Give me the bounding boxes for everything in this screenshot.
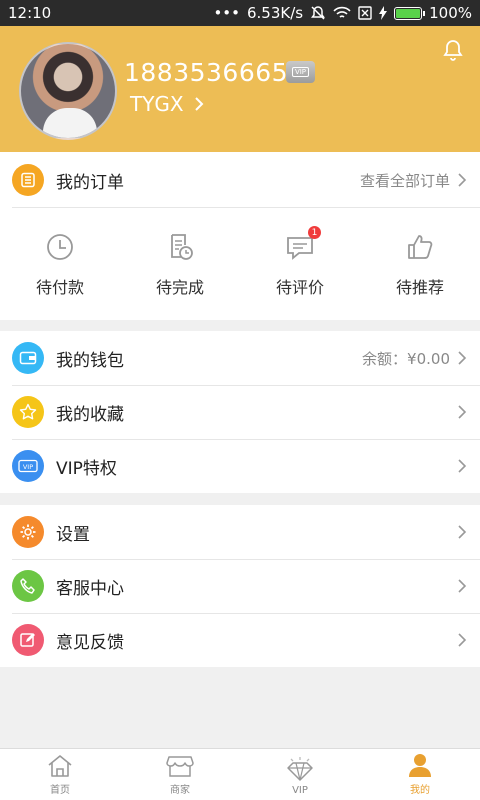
- chevron-right-icon: [458, 351, 467, 365]
- document-clock-icon: [171, 234, 193, 260]
- order-status-pending-review[interactable]: 1 待评价: [240, 208, 360, 320]
- more-dots-icon: •••: [213, 4, 240, 22]
- gear-icon: [12, 516, 44, 548]
- chevron-right-icon: [194, 97, 204, 111]
- status-bar: 12:10 ••• 6.53K/s 100%: [0, 0, 480, 26]
- orders-title: 我的订单: [56, 172, 124, 193]
- tab-home[interactable]: 首页: [0, 749, 120, 800]
- vip-privileges-row[interactable]: VIP VIP特权: [0, 439, 480, 493]
- chevron-right-icon: [458, 405, 467, 419]
- user-icon: [409, 754, 431, 777]
- order-status-label: 待评价: [275, 278, 324, 297]
- thumbs-up-icon: [408, 235, 433, 259]
- battery-icon: [394, 6, 426, 20]
- vip-privileges-label: VIP特权: [56, 458, 117, 479]
- profile-header: 18835366659 VIP TYGX: [0, 26, 480, 152]
- diamond-icon: [287, 757, 313, 781]
- settings-row[interactable]: 设置: [0, 505, 480, 559]
- network-speed: 6.53K/s: [247, 4, 304, 22]
- review-count-badge: 1: [308, 226, 321, 239]
- orders-section: 我的订单 查看全部订单 待付款 待完成 1 待评价 待推荐: [0, 152, 480, 320]
- tab-label: 我的: [410, 785, 430, 796]
- phone-number: 18835366659: [124, 58, 305, 87]
- nickname-link[interactable]: TYGX: [130, 92, 204, 116]
- order-status-pending-payment[interactable]: 待付款: [0, 208, 120, 320]
- wallet-icon: [12, 342, 44, 374]
- order-status-label: 待完成: [155, 278, 204, 297]
- home-icon: [48, 755, 72, 777]
- mute-alarm-icon: [311, 6, 326, 20]
- settings-label: 设置: [56, 524, 90, 545]
- battery-percent: 100%: [429, 4, 472, 22]
- vip-icon: VIP: [12, 450, 44, 482]
- comment-icon: 1: [285, 226, 321, 262]
- tab-label: 首页: [50, 785, 70, 796]
- sim-off-icon: [358, 6, 372, 20]
- bottom-tab-bar: 首页 商家 VIP 我的: [0, 748, 480, 800]
- edit-icon: [12, 624, 44, 656]
- tab-label: 商家: [170, 785, 190, 796]
- avatar[interactable]: [19, 42, 117, 140]
- bell-icon[interactable]: [441, 38, 465, 62]
- view-all-orders[interactable]: 查看全部订单: [360, 170, 450, 191]
- chevron-right-icon: [458, 633, 467, 647]
- favorites-row[interactable]: 我的收藏: [0, 385, 480, 439]
- tab-vip[interactable]: VIP: [240, 749, 360, 800]
- favorites-label: 我的收藏: [56, 404, 124, 425]
- nickname: TYGX: [130, 92, 184, 116]
- chevron-right-icon: [458, 579, 467, 593]
- menu-group-1: 我的钱包 余额：¥0.00 我的收藏 VIP VIP特权: [0, 331, 480, 493]
- store-icon: [166, 756, 194, 777]
- wallet-label: 我的钱包: [56, 350, 124, 371]
- vip-card-icon[interactable]: VIP: [286, 61, 315, 83]
- order-status-label: 待推荐: [395, 278, 444, 297]
- vip-card-label: VIP: [291, 67, 310, 77]
- wifi-icon: [333, 6, 351, 18]
- charging-icon: [379, 6, 388, 20]
- menu-group-2: 设置 客服中心 意见反馈: [0, 505, 480, 667]
- svg-text:VIP: VIP: [23, 463, 33, 471]
- orders-list-icon: [12, 164, 44, 196]
- customer-service-label: 客服中心: [56, 578, 124, 599]
- star-icon: [12, 396, 44, 428]
- chevron-right-icon: [458, 525, 467, 539]
- order-status-pending-completion[interactable]: 待完成: [120, 208, 240, 320]
- status-time: 12:10: [8, 4, 52, 22]
- clock-icon: [47, 234, 73, 260]
- tab-mine[interactable]: 我的: [360, 749, 480, 800]
- phone-icon: [12, 570, 44, 602]
- chevron-right-icon: [458, 173, 467, 187]
- wallet-balance: 余额：¥0.00: [362, 349, 450, 368]
- feedback-row[interactable]: 意见反馈: [0, 613, 480, 667]
- order-status-label: 待付款: [35, 278, 84, 297]
- order-status-grid: 待付款 待完成 1 待评价 待推荐: [0, 208, 480, 320]
- feedback-label: 意见反馈: [56, 632, 124, 653]
- tab-merchants[interactable]: 商家: [120, 749, 240, 800]
- tab-label: VIP: [292, 785, 308, 796]
- wallet-row[interactable]: 我的钱包 余额：¥0.00: [0, 331, 480, 385]
- order-status-pending-recommend[interactable]: 待推荐: [360, 208, 480, 320]
- chevron-right-icon: [458, 459, 467, 473]
- customer-service-row[interactable]: 客服中心: [0, 559, 480, 613]
- orders-row[interactable]: 我的订单 查看全部订单: [0, 153, 480, 207]
